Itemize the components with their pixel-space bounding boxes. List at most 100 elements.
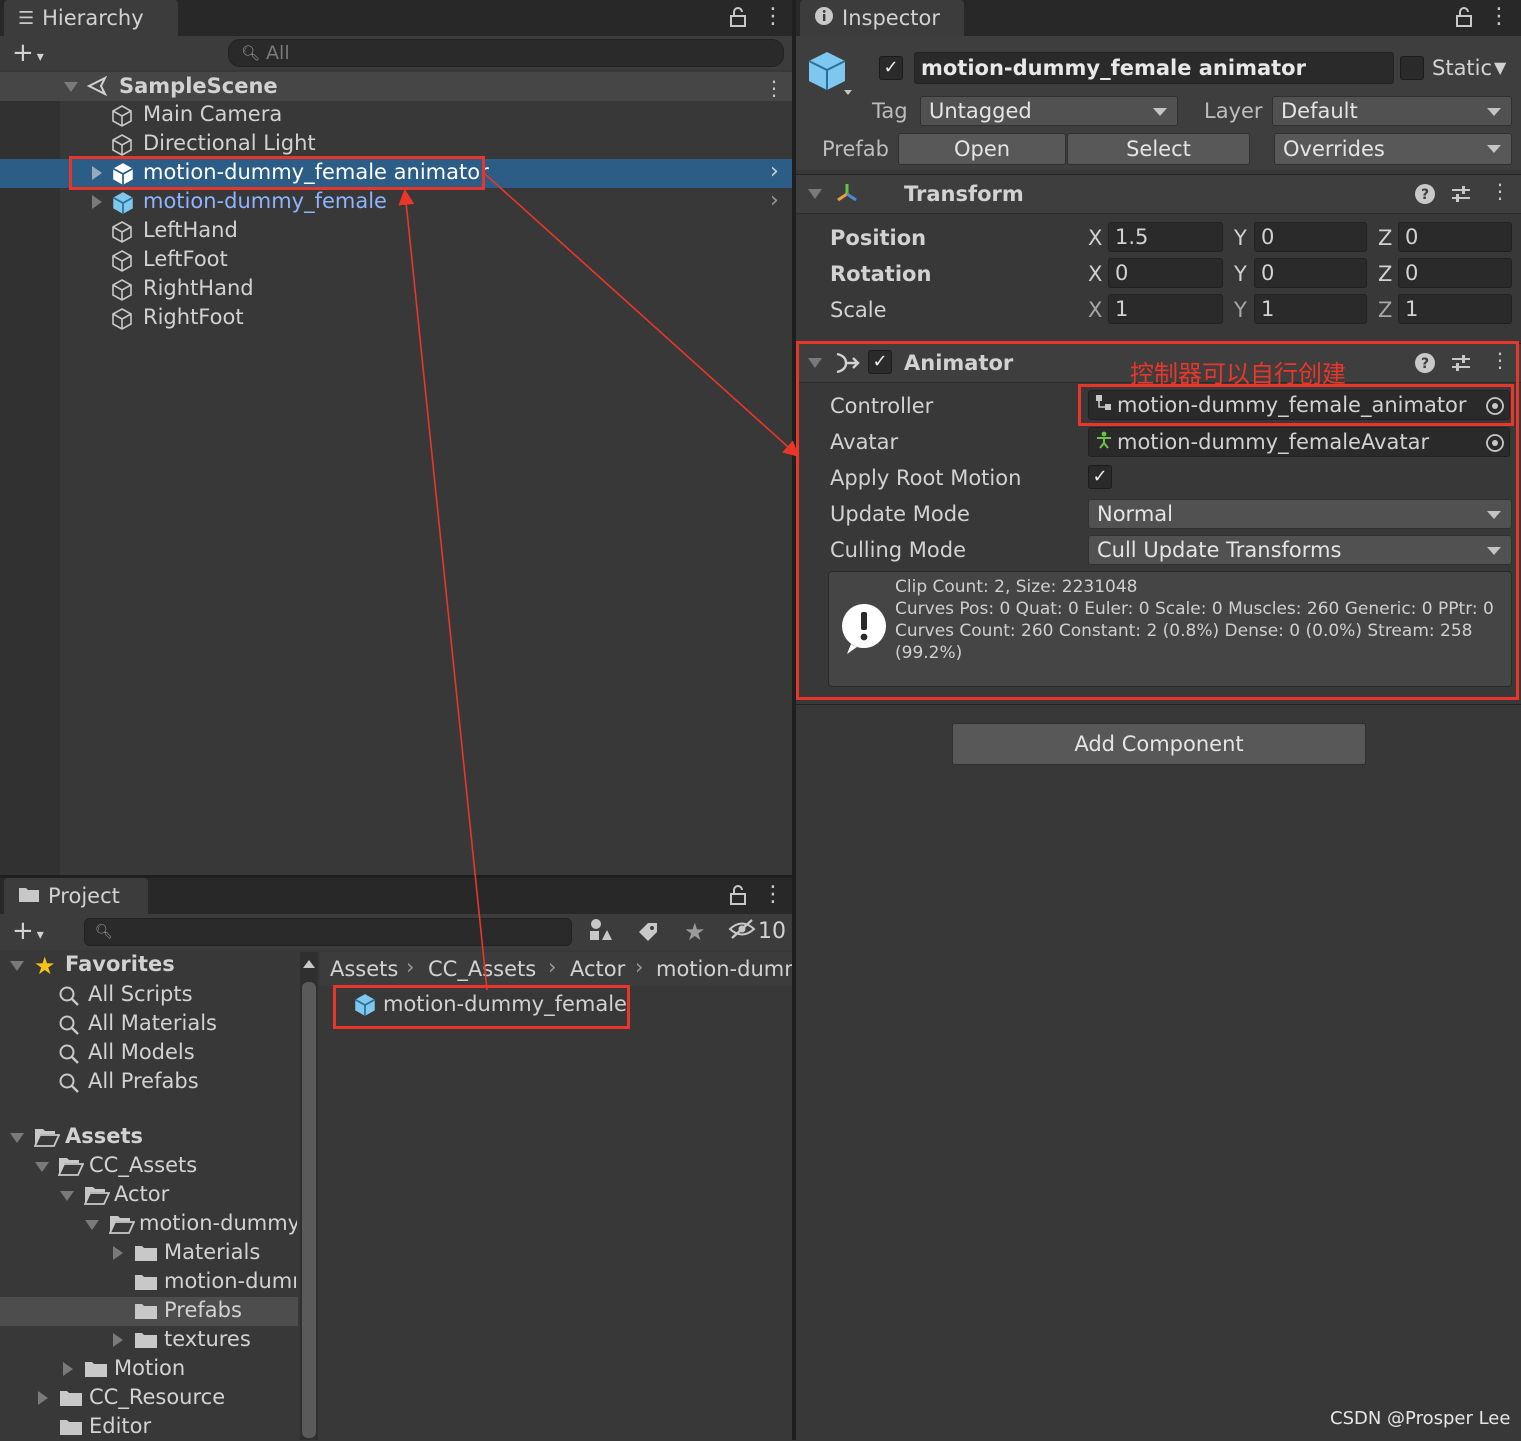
avatar-object-field[interactable]: motion-dummy_femaleAvatar xyxy=(1088,427,1510,457)
tree-editor-label[interactable]: Editor xyxy=(89,1414,151,1438)
tree-cc-resource-label[interactable]: CC_Resource xyxy=(89,1385,225,1409)
apply-root-motion-checkbox[interactable]: ✓ xyxy=(1088,465,1112,489)
motion-dummy-foldout-arrow[interactable] xyxy=(85,1220,99,1230)
tree-motion-dummy-label[interactable]: motion-dummy_ xyxy=(139,1211,297,1235)
tree-motion-label[interactable]: Motion xyxy=(114,1356,185,1380)
tab-inspector[interactable]: Inspector xyxy=(800,0,964,36)
search-by-type-icon[interactable] xyxy=(588,918,628,946)
create-plus-dropdown[interactable]: + ▾ xyxy=(12,38,44,68)
position-x-field[interactable]: 1.5 xyxy=(1108,222,1223,252)
component-more-icon[interactable]: ⋮ xyxy=(1490,179,1510,203)
tab-hierarchy[interactable]: ☰ Hierarchy xyxy=(4,0,178,36)
add-component-button[interactable]: Add Component xyxy=(952,723,1366,765)
tag-dropdown[interactable]: Untagged xyxy=(920,96,1178,126)
favorite-star-icon[interactable]: ★ xyxy=(684,918,706,946)
hierarchy-row-selected[interactable]: motion-dummy_female animator › xyxy=(0,159,792,188)
axis-x-label[interactable]: X xyxy=(1088,298,1102,322)
transform-header[interactable]: Transform ? ⋮ xyxy=(796,174,1521,214)
presets-sliders-icon[interactable] xyxy=(1450,183,1472,210)
position-z-field[interactable]: 0 xyxy=(1398,222,1512,252)
tree-actor-label[interactable]: Actor xyxy=(114,1182,169,1206)
animator-foldout-arrow[interactable] xyxy=(808,358,822,368)
actor-foldout-arrow[interactable] xyxy=(60,1191,74,1201)
tree-textures-label[interactable]: textures xyxy=(164,1327,251,1351)
axis-z-label[interactable]: Z xyxy=(1378,226,1392,250)
assets-foldout-arrow[interactable] xyxy=(10,1133,24,1143)
search-by-label-icon[interactable] xyxy=(636,920,660,949)
hierarchy-row-main-camera[interactable]: Main Camera xyxy=(60,101,792,130)
static-checkbox[interactable] xyxy=(1400,56,1424,80)
favorite-item-all-scripts[interactable]: All Scripts xyxy=(56,981,296,1010)
hierarchy-row-rightfoot[interactable]: RightFoot xyxy=(60,304,792,333)
animator-header[interactable]: ✓ Animator 控制器可以自行创建 ? ⋮ xyxy=(796,343,1521,388)
object-picker-icon[interactable] xyxy=(1485,433,1505,458)
textures-expand-arrow[interactable] xyxy=(113,1333,123,1347)
scrollbar-thumb[interactable] xyxy=(302,982,316,1438)
scale-y-field[interactable]: 1 xyxy=(1254,294,1367,324)
rotation-x-field[interactable]: 0 xyxy=(1108,258,1223,288)
controller-object-field[interactable]: motion-dummy_female_animator xyxy=(1088,390,1510,420)
axis-y-label[interactable]: Y xyxy=(1234,262,1247,286)
inspector-lock-icon[interactable] xyxy=(1454,6,1474,33)
project-lock-icon[interactable] xyxy=(728,884,748,911)
breadcrumb-item-assets[interactable]: Assets xyxy=(330,957,398,981)
project-file-item[interactable]: motion-dummy_female xyxy=(340,990,627,1020)
hierarchy-search-input[interactable]: 🔍︎ All xyxy=(228,39,784,67)
breadcrumb-item-actor[interactable]: Actor xyxy=(570,957,625,981)
more-menu-icon[interactable]: ⋮ xyxy=(762,4,784,29)
layer-dropdown[interactable]: Default xyxy=(1272,96,1512,126)
tab-project[interactable]: Project xyxy=(4,878,148,914)
scrollbar-up-arrow[interactable] xyxy=(303,960,315,968)
scene-foldout-arrow[interactable] xyxy=(64,82,78,92)
rotation-y-field[interactable]: 0 xyxy=(1254,258,1367,288)
animator-enabled-checkbox[interactable]: ✓ xyxy=(868,350,892,374)
axis-x-label[interactable]: X xyxy=(1088,262,1102,286)
panel-divider-horizontal[interactable] xyxy=(0,875,792,878)
breadcrumb-item-motion-dummy[interactable]: motion-dumm xyxy=(656,957,792,981)
hierarchy-row-lefthand[interactable]: LeftHand xyxy=(60,217,792,246)
project-create-plus-dropdown[interactable]: + ▾ xyxy=(12,916,44,946)
motion-expand-arrow[interactable] xyxy=(63,1362,73,1376)
gameobject-prefab-icon[interactable] xyxy=(806,50,852,105)
hierarchy-row-leftfoot[interactable]: LeftFoot xyxy=(60,246,792,275)
scene-more-icon[interactable]: ⋮ xyxy=(764,76,784,100)
component-more-icon[interactable]: ⋮ xyxy=(1490,348,1510,372)
axis-x-label[interactable]: X xyxy=(1088,226,1102,250)
favorite-item-all-materials[interactable]: All Materials xyxy=(56,1010,296,1039)
project-tree-scrollbar[interactable] xyxy=(300,952,318,1440)
prefab-overrides-dropdown[interactable]: Overrides xyxy=(1274,133,1512,165)
rotation-z-field[interactable]: 0 xyxy=(1398,258,1512,288)
help-icon[interactable]: ? xyxy=(1414,352,1436,379)
tree-assets-label[interactable]: Assets xyxy=(65,1124,143,1148)
cc-resource-expand-arrow[interactable] xyxy=(38,1391,48,1405)
hierarchy-row-directional-light[interactable]: Directional Light xyxy=(60,130,792,159)
favorite-item-all-prefabs[interactable]: All Prefabs xyxy=(56,1068,296,1097)
project-more-menu-icon[interactable]: ⋮ xyxy=(762,882,784,907)
materials-expand-arrow[interactable] xyxy=(113,1246,123,1260)
chevron-right-icon[interactable]: › xyxy=(770,188,779,213)
update-mode-dropdown[interactable]: Normal xyxy=(1088,499,1512,529)
presets-sliders-icon[interactable] xyxy=(1450,352,1472,379)
hidden-packages-toggle[interactable]: 10 xyxy=(728,918,786,945)
hierarchy-row-righthand[interactable]: RightHand xyxy=(60,275,792,304)
transform-foldout-arrow[interactable] xyxy=(808,189,822,199)
scale-z-field[interactable]: 1 xyxy=(1398,294,1512,324)
breadcrumb-item-cc-assets[interactable]: CC_Assets xyxy=(428,957,536,981)
tree-materials-label[interactable]: Materials xyxy=(164,1240,260,1264)
cc-assets-foldout-arrow[interactable] xyxy=(35,1162,49,1172)
static-label[interactable]: Static xyxy=(1432,56,1492,80)
static-dropdown-caret-icon[interactable]: ▼ xyxy=(1494,58,1506,77)
inspector-more-menu-icon[interactable]: ⋮ xyxy=(1488,4,1510,29)
axis-y-label[interactable]: Y xyxy=(1234,298,1247,322)
prefab-select-button[interactable]: Select xyxy=(1067,133,1250,165)
axis-z-label[interactable]: Z xyxy=(1378,298,1392,322)
tree-prefabs-label[interactable]: Prefabs xyxy=(164,1298,242,1322)
panel-divider[interactable] xyxy=(792,0,796,1440)
tree-cc-assets-label[interactable]: CC_Assets xyxy=(89,1153,197,1177)
position-y-field[interactable]: 0 xyxy=(1254,222,1367,252)
scale-x-field[interactable]: 1 xyxy=(1108,294,1223,324)
favorites-foldout-arrow[interactable] xyxy=(10,961,24,971)
help-icon[interactable]: ? xyxy=(1414,183,1436,210)
object-name-input[interactable]: motion-dummy_female animator xyxy=(914,52,1394,84)
chevron-right-icon[interactable]: › xyxy=(770,159,779,184)
